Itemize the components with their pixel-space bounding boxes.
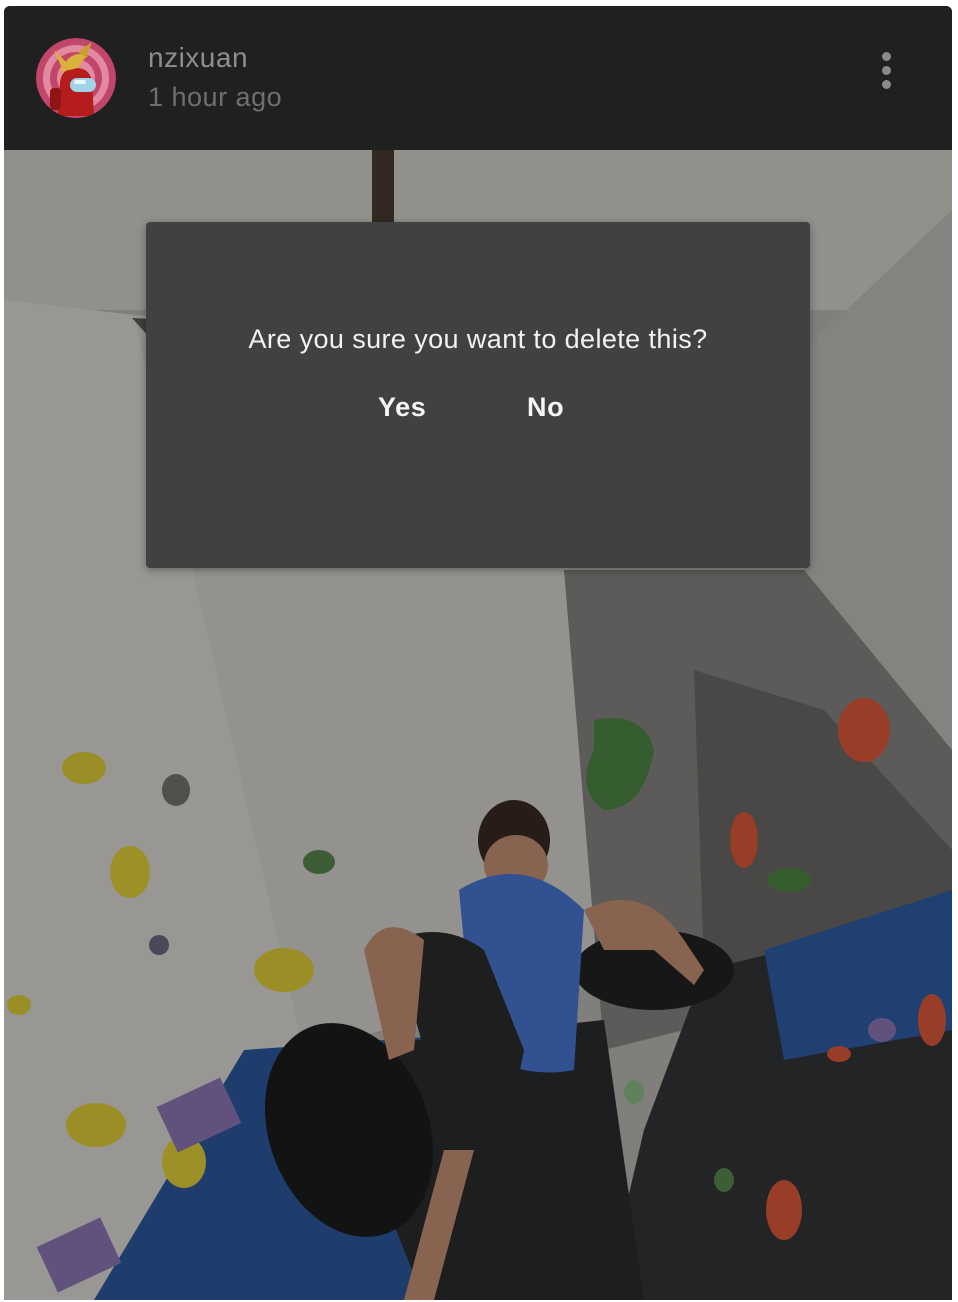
cancel-delete-button[interactable]: No	[527, 392, 564, 423]
delete-confirm-dialog: Are you sure you want to delete this? Ye…	[146, 222, 810, 568]
menu-dot	[882, 52, 891, 61]
post-timestamp: 1 hour ago	[148, 82, 283, 112]
menu-dot	[882, 80, 891, 89]
confirm-delete-button[interactable]: Yes	[378, 392, 426, 423]
crewmate-avatar-icon	[36, 38, 116, 118]
user-avatar[interactable]	[36, 38, 116, 118]
username[interactable]: nzixuan	[148, 42, 248, 74]
post-card: nzixuan 1 hour ago Are you sure you want…	[4, 6, 952, 1300]
dialog-message: Are you sure you want to delete this?	[248, 324, 708, 354]
more-vertical-icon[interactable]	[866, 46, 906, 94]
post-header: nzixuan 1 hour ago	[4, 6, 952, 150]
menu-dot	[882, 66, 891, 75]
